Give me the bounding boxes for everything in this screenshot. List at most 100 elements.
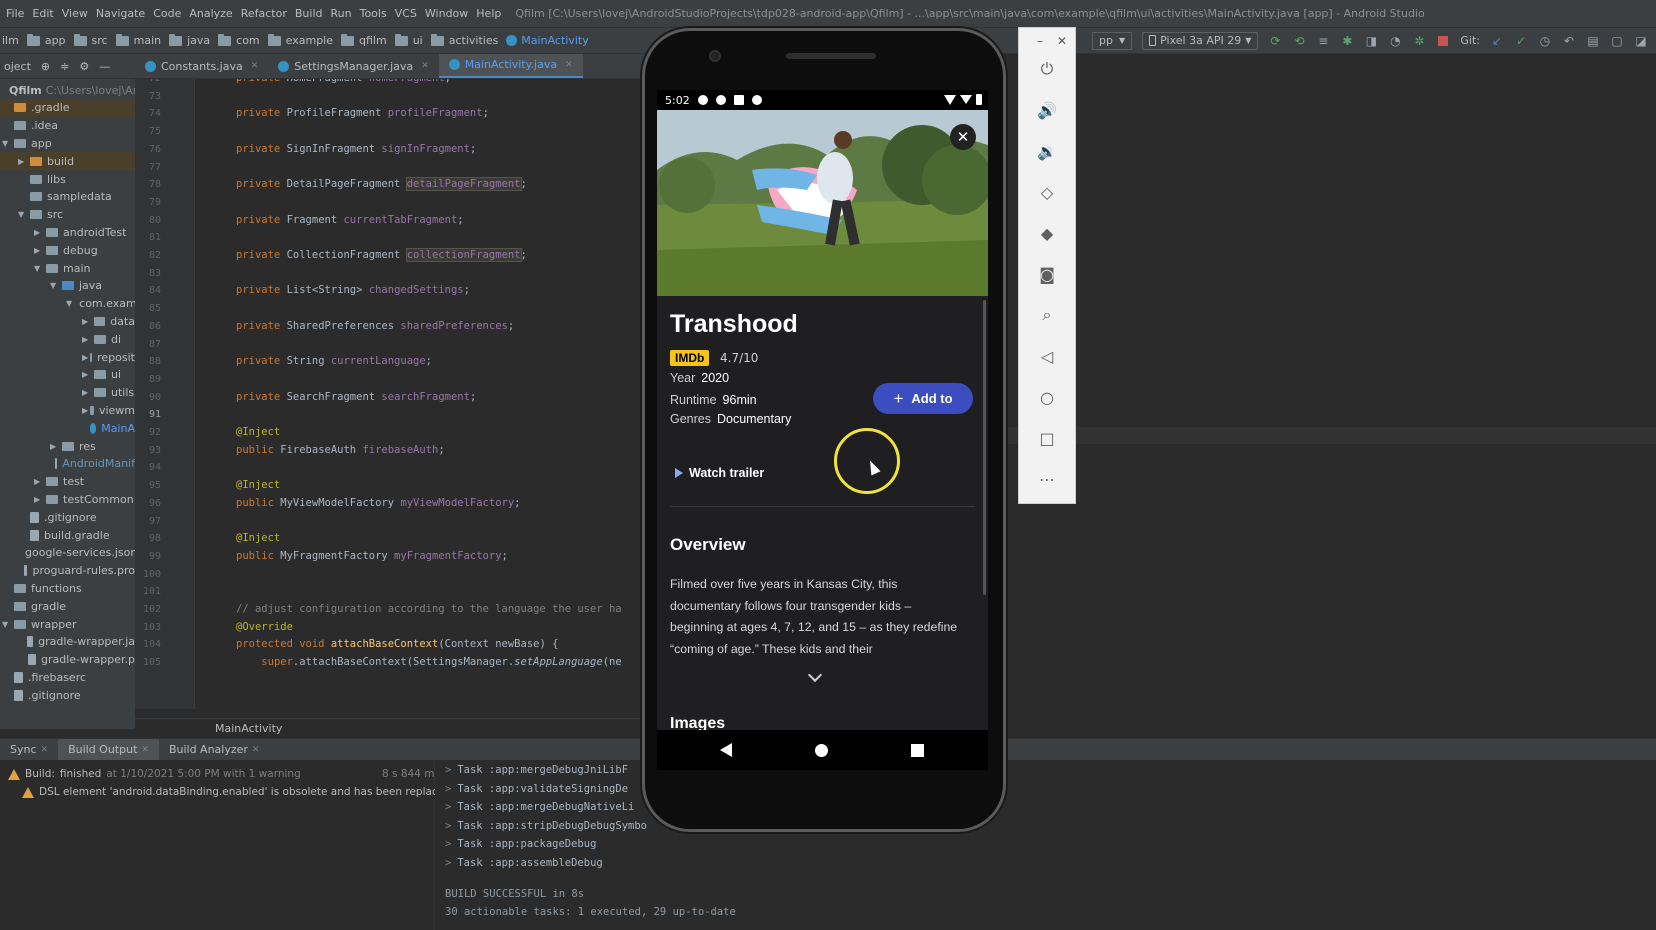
tree-item[interactable]: gradle <box>0 597 135 615</box>
run-config-select[interactable]: pp ▼ <box>1092 31 1133 50</box>
volume-up-icon[interactable]: 🔊 <box>1037 100 1057 120</box>
build-task[interactable]: > Task :app:mergeDebugNativeLi <box>445 801 634 813</box>
git-update-icon[interactable]: ↙ <box>1490 34 1504 48</box>
tree-item[interactable]: ▼ wrapper <box>0 615 135 633</box>
close-icon[interactable]: ✕ <box>141 745 149 755</box>
rotate-right-icon[interactable]: ◆ <box>1037 223 1057 243</box>
apply-changes-icon[interactable]: ⟳ <box>1268 34 1282 48</box>
collapse-arrow-icon[interactable]: ▶ <box>34 228 44 237</box>
rotate-left-icon[interactable]: ◇ <box>1037 182 1057 202</box>
close-icon[interactable]: ✕ <box>421 61 429 71</box>
build-task[interactable]: > Task :app:packageDebug <box>445 838 596 850</box>
menu-help[interactable]: Help <box>476 7 509 20</box>
tree-item[interactable]: ▶ reposit <box>0 348 135 366</box>
tree-item[interactable]: ▶ ui <box>0 366 135 384</box>
build-task[interactable]: > Task :app:validateSigningDe <box>445 783 628 795</box>
collapse-icon[interactable]: ≑ <box>60 60 69 73</box>
tree-item[interactable]: ▶ androidTest <box>0 223 135 241</box>
tree-item[interactable]: ▼ app <box>0 134 135 152</box>
build-task[interactable]: > Task :app:mergeDebugJniLibF <box>445 764 628 776</box>
recents-icon[interactable] <box>911 744 924 757</box>
avd-manager-icon[interactable]: ◪ <box>1634 34 1648 48</box>
project-view-label[interactable]: oject <box>4 60 31 73</box>
expand-arrow-icon[interactable]: ▼ <box>66 299 72 308</box>
tree-item[interactable]: .gradle <box>0 98 135 117</box>
tree-item[interactable]: functions <box>0 579 135 597</box>
close-icon[interactable]: ✕ <box>41 745 49 755</box>
breadcrumb-src[interactable]: src <box>72 33 114 47</box>
collapse-arrow-icon[interactable]: ▶ <box>82 370 92 379</box>
breadcrumb-mainactivity[interactable]: MainActivity <box>504 34 594 47</box>
menu-refactor[interactable]: Refactor <box>241 7 295 20</box>
breadcrumb-ilm[interactable]: ilm <box>0 34 25 47</box>
volume-down-icon[interactable]: 🔉 <box>1037 141 1057 161</box>
breadcrumb-main[interactable]: main <box>114 33 167 47</box>
tree-item[interactable]: AndroidManif <box>0 455 135 473</box>
menu-window[interactable]: Window <box>425 7 476 20</box>
add-to-collection-button[interactable]: + Add to <box>873 383 973 414</box>
back-icon[interactable] <box>720 743 732 757</box>
tree-item[interactable]: .idea <box>0 117 135 135</box>
watch-trailer-button[interactable]: Watch trailer <box>675 466 764 480</box>
code-editor[interactable]: private HomeFragment homeFragment; privat… <box>196 79 656 709</box>
home-icon[interactable] <box>815 744 828 757</box>
breadcrumb-app[interactable]: app <box>25 33 72 47</box>
tree-item[interactable]: ▼ com.exam <box>0 295 135 313</box>
tree-item[interactable]: ▶ utils <box>0 384 135 402</box>
expand-arrow-icon[interactable]: ▼ <box>18 210 28 219</box>
breadcrumb-class[interactable]: MainActivity <box>215 722 282 735</box>
expand-arrow-icon[interactable]: ▼ <box>2 139 12 148</box>
scrollbar[interactable] <box>983 300 986 595</box>
debug-icon[interactable]: ✱ <box>1340 34 1354 48</box>
git-rollback-icon[interactable]: ↶ <box>1562 34 1576 48</box>
collapse-arrow-icon[interactable]: ▶ <box>34 246 44 255</box>
tree-item[interactable]: google-services.json <box>0 544 135 562</box>
tree-item[interactable]: proguard-rules.pro <box>0 562 135 580</box>
collapse-arrow-icon[interactable]: ▶ <box>18 157 28 166</box>
stop-icon[interactable] <box>1436 34 1450 48</box>
expand-arrow-icon[interactable]: ▼ <box>50 281 60 290</box>
locate-icon[interactable]: ⊕ <box>41 60 50 73</box>
back-icon[interactable]: ◁ <box>1037 346 1057 366</box>
menu-view[interactable]: View <box>62 7 96 20</box>
tree-item[interactable]: ▶ viewm <box>0 401 135 419</box>
tree-item[interactable]: .firebaserc <box>0 668 135 686</box>
menu-tools[interactable]: Tools <box>360 7 395 20</box>
git-history-icon[interactable]: ◷ <box>1538 34 1552 48</box>
power-icon[interactable]: ⏻ <box>1037 59 1057 79</box>
menu-edit[interactable]: Edit <box>32 7 61 20</box>
collapse-arrow-icon[interactable]: ▶ <box>82 406 88 415</box>
collapse-arrow-icon[interactable]: ▶ <box>82 317 92 326</box>
build-task[interactable]: > Task :app:assembleDebug <box>445 857 603 869</box>
sdk-manager-icon[interactable]: ▢ <box>1610 34 1624 48</box>
breadcrumb-activities[interactable]: activities <box>429 33 505 47</box>
attach-debugger-icon[interactable]: ◨ <box>1364 34 1378 48</box>
build-task[interactable]: > Task :app:stripDebugDebugSymbo <box>445 820 647 832</box>
menu-navigate[interactable]: Navigate <box>96 7 153 20</box>
coverage-icon[interactable]: ✲ <box>1412 34 1426 48</box>
apply-code-changes-icon[interactable]: ⟲ <box>1292 34 1306 48</box>
build-status-row[interactable]: Build: finished at 1/10/2021 5:00 PM wit… <box>8 768 440 780</box>
editor-tab[interactable]: SettingsManager.java ✕ <box>268 54 438 78</box>
expand-arrow-icon[interactable]: ▼ <box>34 264 44 273</box>
collapse-arrow-icon[interactable]: ▶ <box>34 495 44 504</box>
menu-build[interactable]: Build <box>295 7 331 20</box>
tree-item[interactable]: .gitignore <box>0 686 135 704</box>
tree-item[interactable]: ▼ java <box>0 277 135 295</box>
device-select[interactable]: Pixel 3a API 29 ▼ <box>1142 31 1259 50</box>
editor-tab[interactable]: Constants.java ✕ <box>135 54 268 78</box>
tree-item[interactable]: gradle-wrapper.p <box>0 651 135 669</box>
minimize-icon[interactable]: — <box>99 60 110 73</box>
build-warning-row[interactable]: DSL element 'android.dataBinding.enabled… <box>22 786 463 798</box>
breadcrumb-java[interactable]: java <box>167 33 216 47</box>
run-icon[interactable]: ≡ <box>1316 34 1330 48</box>
menu-code[interactable]: Code <box>153 7 189 20</box>
menu-run[interactable]: Run <box>331 7 360 20</box>
collapse-arrow-icon[interactable]: ▶ <box>50 442 60 451</box>
collapse-arrow-icon[interactable]: ▶ <box>34 477 44 486</box>
collapse-arrow-icon[interactable]: ▶ <box>82 353 88 362</box>
tree-item[interactable]: ▶ build <box>0 152 135 171</box>
tree-item[interactable]: ▶ debug <box>0 241 135 259</box>
close-icon[interactable]: ✕ <box>1057 34 1067 48</box>
build-tab[interactable]: Build Output ✕ <box>58 738 159 761</box>
